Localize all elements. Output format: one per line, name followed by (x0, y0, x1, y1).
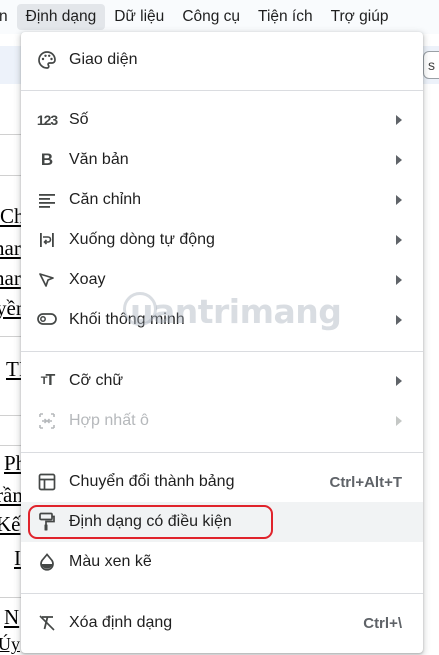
convert-table-icon (37, 472, 57, 492)
sheet-text: nar (0, 266, 21, 290)
menu-option-alternating-colors[interactable]: Màu xen kẽ (21, 542, 423, 582)
keyboard-shortcut: Ctrl+\ (363, 614, 402, 632)
menu-option-label: Số (69, 111, 89, 128)
chevron-right-icon (396, 275, 402, 285)
menu-option-appearance[interactable]: Giao diện (21, 40, 423, 80)
menu-bar: n Định dạng Dữ liệu Công cụ Tiện ích Trợ… (0, 0, 439, 34)
chevron-right-icon (396, 235, 402, 245)
menu-option-conditional-formatting[interactable]: Định dạng có điều kiện (21, 502, 423, 542)
format-dropdown-menu: Giao diện 123 Số B Văn bản Căn chỉnh Xuố… (21, 32, 423, 653)
menu-divider (21, 351, 423, 352)
menu-option-label: Văn bản (69, 151, 129, 168)
menu-item-extensions[interactable]: Tiện ích (249, 4, 322, 30)
menu-option-merge-cells: Hợp nhất ô (21, 401, 423, 441)
sheet-text: Kế (0, 512, 21, 536)
menu-option-alignment[interactable]: Căn chỉnh (21, 180, 423, 220)
menu-option-label: Xóa định dạng (69, 614, 173, 631)
menu-option-label: Căn chỉnh (69, 191, 142, 208)
menu-option-label: Cỡ chữ (69, 372, 124, 389)
align-left-icon (37, 190, 57, 210)
clear-format-icon (37, 613, 57, 633)
menu-divider (21, 452, 423, 453)
menu-option-number[interactable]: 123 Số (21, 100, 423, 140)
menu-option-label: Định dạng có điều kiện (69, 513, 232, 530)
toolbar-button-partial[interactable]: s (423, 51, 439, 79)
smart-chip-icon (37, 310, 57, 330)
menu-option-label: Chuyển đổi thành bảng (69, 473, 235, 490)
paint-roller-icon (37, 512, 57, 532)
menu-option-label: Giao diện (69, 51, 138, 68)
palette-icon (37, 50, 57, 70)
menu-divider (21, 90, 423, 91)
bold-icon: B (40, 150, 54, 169)
sheet-text: I (14, 546, 21, 570)
menu-option-clear-formatting[interactable]: Xóa định dạng Ctrl+\ (21, 603, 423, 643)
watermark-text: uantrimang (130, 292, 342, 331)
sheet-text: Úy (0, 634, 20, 654)
sheet-text: N (4, 605, 20, 629)
menu-option-label: Xuống dòng tự động (69, 231, 215, 248)
sheet-text: rần (0, 483, 23, 507)
chevron-right-icon (396, 155, 402, 165)
menu-item-help[interactable]: Trợ giúp (322, 4, 398, 30)
chevron-right-icon (396, 115, 402, 125)
chevron-right-icon (396, 376, 402, 386)
menu-item-format[interactable]: Định dạng (16, 4, 106, 30)
chevron-right-icon (396, 416, 402, 426)
merge-cells-icon (37, 411, 57, 431)
font-size-icon: TT (40, 372, 56, 389)
color-drop-icon (37, 552, 57, 572)
sheet-text: nar (0, 236, 21, 260)
numbers-123-icon: 123 (36, 112, 58, 128)
menu-option-convert-to-table[interactable]: Chuyển đổi thành bảng Ctrl+Alt+T (21, 462, 423, 502)
text-wrap-icon (37, 230, 57, 250)
menu-item-tools[interactable]: Công cụ (173, 4, 249, 30)
menu-item-data[interactable]: Dữ liệu (105, 4, 173, 30)
chevron-right-icon (396, 315, 402, 325)
menu-option-text-wrapping[interactable]: Xuống dòng tự động (21, 220, 423, 260)
text-rotation-icon (37, 270, 57, 290)
menu-option-label: Hợp nhất ô (69, 412, 149, 429)
menu-divider (21, 593, 423, 594)
menu-item-partial[interactable]: n (0, 4, 17, 30)
keyboard-shortcut: Ctrl+Alt+T (329, 473, 402, 491)
menu-option-label: Xoay (69, 271, 106, 288)
menu-option-label: Màu xen kẽ (69, 553, 152, 570)
chevron-right-icon (396, 195, 402, 205)
menu-option-font-size[interactable]: TT Cỡ chữ (21, 361, 423, 401)
menu-option-text[interactable]: B Văn bản (21, 140, 423, 180)
